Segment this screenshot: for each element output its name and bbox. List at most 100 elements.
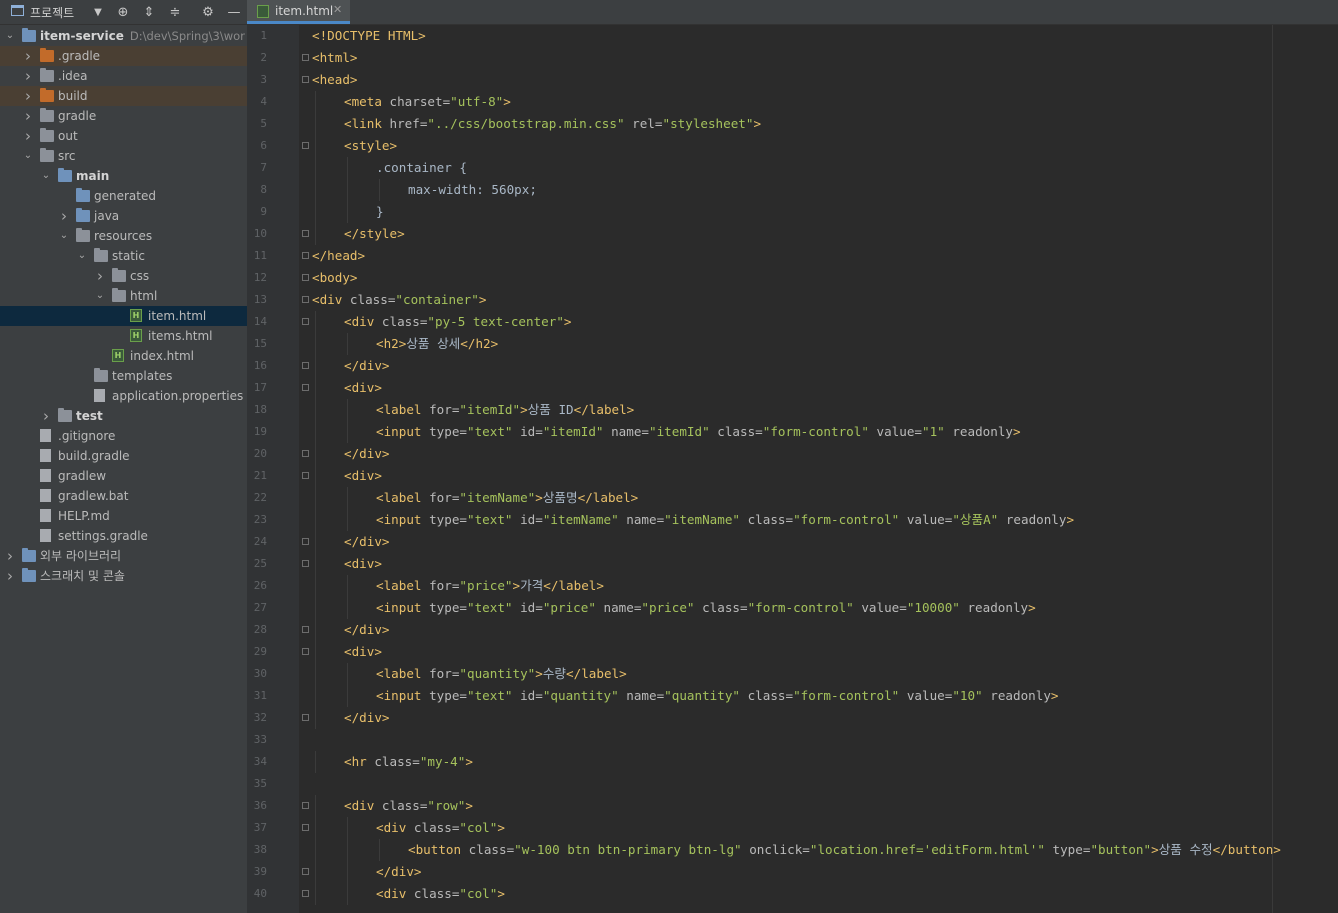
tree-item[interactable]: ⌄ item-service D:\dev\Spring\3\wor <box>0 26 247 46</box>
code-line[interactable]: <div class="col"> <box>376 817 505 839</box>
tree-item[interactable]: ⌄ static <box>0 246 247 266</box>
locate-icon[interactable]: ⊕ <box>113 2 133 22</box>
chevron-right-icon[interactable]: › <box>4 566 16 586</box>
tree-item[interactable]: settings.gradle <box>0 526 247 546</box>
code-line[interactable]: </div> <box>376 861 422 883</box>
fold-marker-icon[interactable] <box>302 54 309 61</box>
code-line[interactable]: <input type="text" id="itemId" name="ite… <box>376 421 1021 443</box>
tree-item[interactable]: application.properties <box>0 386 247 406</box>
code-line[interactable]: <head> <box>312 69 358 91</box>
code-editor[interactable]: 1 2 3 4 5 6 7 8 9 10 11 12 13 14 15 16 17 18 19 20 21 22 23 24 2… <box>247 25 1338 913</box>
code-line[interactable]: </div> <box>344 531 390 553</box>
fold-marker-icon[interactable] <box>302 230 309 237</box>
code-line[interactable]: <style> <box>344 135 397 157</box>
tree-item[interactable]: › build <box>0 86 247 106</box>
tree-item[interactable]: › out <box>0 126 247 146</box>
code-line[interactable]: <div> <box>344 641 382 663</box>
chevron-right-icon[interactable]: › <box>94 266 106 286</box>
fold-marker-icon[interactable] <box>302 868 309 875</box>
chevron-down-icon[interactable]: ⌄ <box>94 286 106 306</box>
tree-item[interactable]: Hitem.html <box>0 306 247 326</box>
code-line[interactable]: <input type="text" id="quantity" name="q… <box>376 685 1059 707</box>
fold-marker-icon[interactable] <box>302 472 309 479</box>
dropdown-icon[interactable]: ▼ <box>88 2 108 22</box>
code-line[interactable]: <label for="quantity">수량</label> <box>376 663 627 685</box>
tree-item[interactable]: gradlew <box>0 466 247 486</box>
code-line[interactable]: </style> <box>344 223 405 245</box>
fold-marker-icon[interactable] <box>302 538 309 545</box>
minimize-icon[interactable]: — <box>224 2 244 22</box>
tree-item[interactable]: ⌄ main <box>0 166 247 186</box>
tree-item[interactable]: › gradle <box>0 106 247 126</box>
code-line[interactable]: </div> <box>344 619 390 641</box>
tree-item[interactable]: › test <box>0 406 247 426</box>
code-line[interactable]: <div class="row"> <box>344 795 473 817</box>
tree-item[interactable]: generated <box>0 186 247 206</box>
fold-marker-icon[interactable] <box>302 802 309 809</box>
code-line[interactable]: </div> <box>344 707 390 729</box>
code-line[interactable]: </div> <box>344 443 390 465</box>
fold-marker-icon[interactable] <box>302 890 309 897</box>
code-line[interactable]: <input type="text" id="itemName" name="i… <box>376 509 1074 531</box>
fold-marker-icon[interactable] <box>302 560 309 567</box>
code-line[interactable]: <link href="../css/bootstrap.min.css" re… <box>344 113 761 135</box>
tree-item[interactable]: Hindex.html <box>0 346 247 366</box>
fold-marker-icon[interactable] <box>302 450 309 457</box>
tree-item[interactable]: templates <box>0 366 247 386</box>
code-line[interactable]: <meta charset="utf-8"> <box>344 91 511 113</box>
fold-marker-icon[interactable] <box>302 626 309 633</box>
chevron-right-icon[interactable]: › <box>58 206 70 226</box>
code-line[interactable]: <div class="py-5 text-center"> <box>344 311 572 333</box>
tree-item[interactable]: HELP.md <box>0 506 247 526</box>
tree-item[interactable]: ⌄ html <box>0 286 247 306</box>
expand-all-icon[interactable]: ⇕ <box>139 2 159 22</box>
code-line[interactable]: <!DOCTYPE HTML> <box>312 25 426 47</box>
chevron-right-icon[interactable]: › <box>22 106 34 126</box>
chevron-right-icon[interactable]: › <box>22 46 34 66</box>
collapse-all-icon[interactable]: ≑ <box>165 2 185 22</box>
tree-item[interactable]: › .gradle <box>0 46 247 66</box>
close-icon[interactable]: ✕ <box>333 3 342 16</box>
fold-marker-icon[interactable] <box>302 76 309 83</box>
tree-item[interactable]: Hitems.html <box>0 326 247 346</box>
chevron-right-icon[interactable]: › <box>4 546 16 566</box>
gear-icon[interactable]: ⚙ <box>198 2 218 22</box>
fold-marker-icon[interactable] <box>302 296 309 303</box>
code-line[interactable]: <label for="itemName">상품명</label> <box>376 487 638 509</box>
chevron-down-icon[interactable]: ⌄ <box>22 146 34 166</box>
tree-item[interactable]: › 외부 라이브러리 <box>0 546 247 566</box>
tree-item[interactable]: ⌄ src <box>0 146 247 166</box>
code-line[interactable]: <hr class="my-4"> <box>344 751 473 773</box>
code-line[interactable]: </head> <box>312 245 365 267</box>
chevron-right-icon[interactable]: › <box>22 126 34 146</box>
fold-marker-icon[interactable] <box>302 142 309 149</box>
tree-item[interactable]: ⌄ resources <box>0 226 247 246</box>
fold-marker-icon[interactable] <box>302 824 309 831</box>
project-panel-title[interactable]: 프로젝트 <box>30 4 74 21</box>
fold-marker-icon[interactable] <box>302 384 309 391</box>
code-line[interactable]: <label for="itemId">상품 ID</label> <box>376 399 634 421</box>
tab-item-html[interactable]: item.html ✕ <box>247 0 350 24</box>
tree-item[interactable]: build.gradle <box>0 446 247 466</box>
tree-item[interactable]: › java <box>0 206 247 226</box>
chevron-right-icon[interactable]: › <box>22 86 34 106</box>
code-line[interactable]: <div class="col"> <box>376 883 505 905</box>
code-line[interactable]: <h2>상품 상세</h2> <box>376 333 498 355</box>
tree-item[interactable]: › 스크래치 및 콘솔 <box>0 566 247 586</box>
fold-marker-icon[interactable] <box>302 274 309 281</box>
code-line[interactable]: </div> <box>344 355 390 377</box>
tree-item[interactable]: › .idea <box>0 66 247 86</box>
tree-item[interactable]: › css <box>0 266 247 286</box>
code-line[interactable]: } <box>376 201 384 223</box>
chevron-down-icon[interactable]: ⌄ <box>58 226 70 246</box>
chevron-down-icon[interactable]: ⌄ <box>76 246 88 266</box>
code-line[interactable]: <div> <box>344 465 382 487</box>
fold-marker-icon[interactable] <box>302 252 309 259</box>
code-line[interactable]: <div> <box>344 553 382 575</box>
code-line[interactable]: <label for="price">가격</label> <box>376 575 604 597</box>
code-line[interactable]: .container { <box>376 157 467 179</box>
fold-marker-icon[interactable] <box>302 648 309 655</box>
fold-marker-icon[interactable] <box>302 714 309 721</box>
chevron-right-icon[interactable]: › <box>22 66 34 86</box>
fold-marker-icon[interactable] <box>302 362 309 369</box>
